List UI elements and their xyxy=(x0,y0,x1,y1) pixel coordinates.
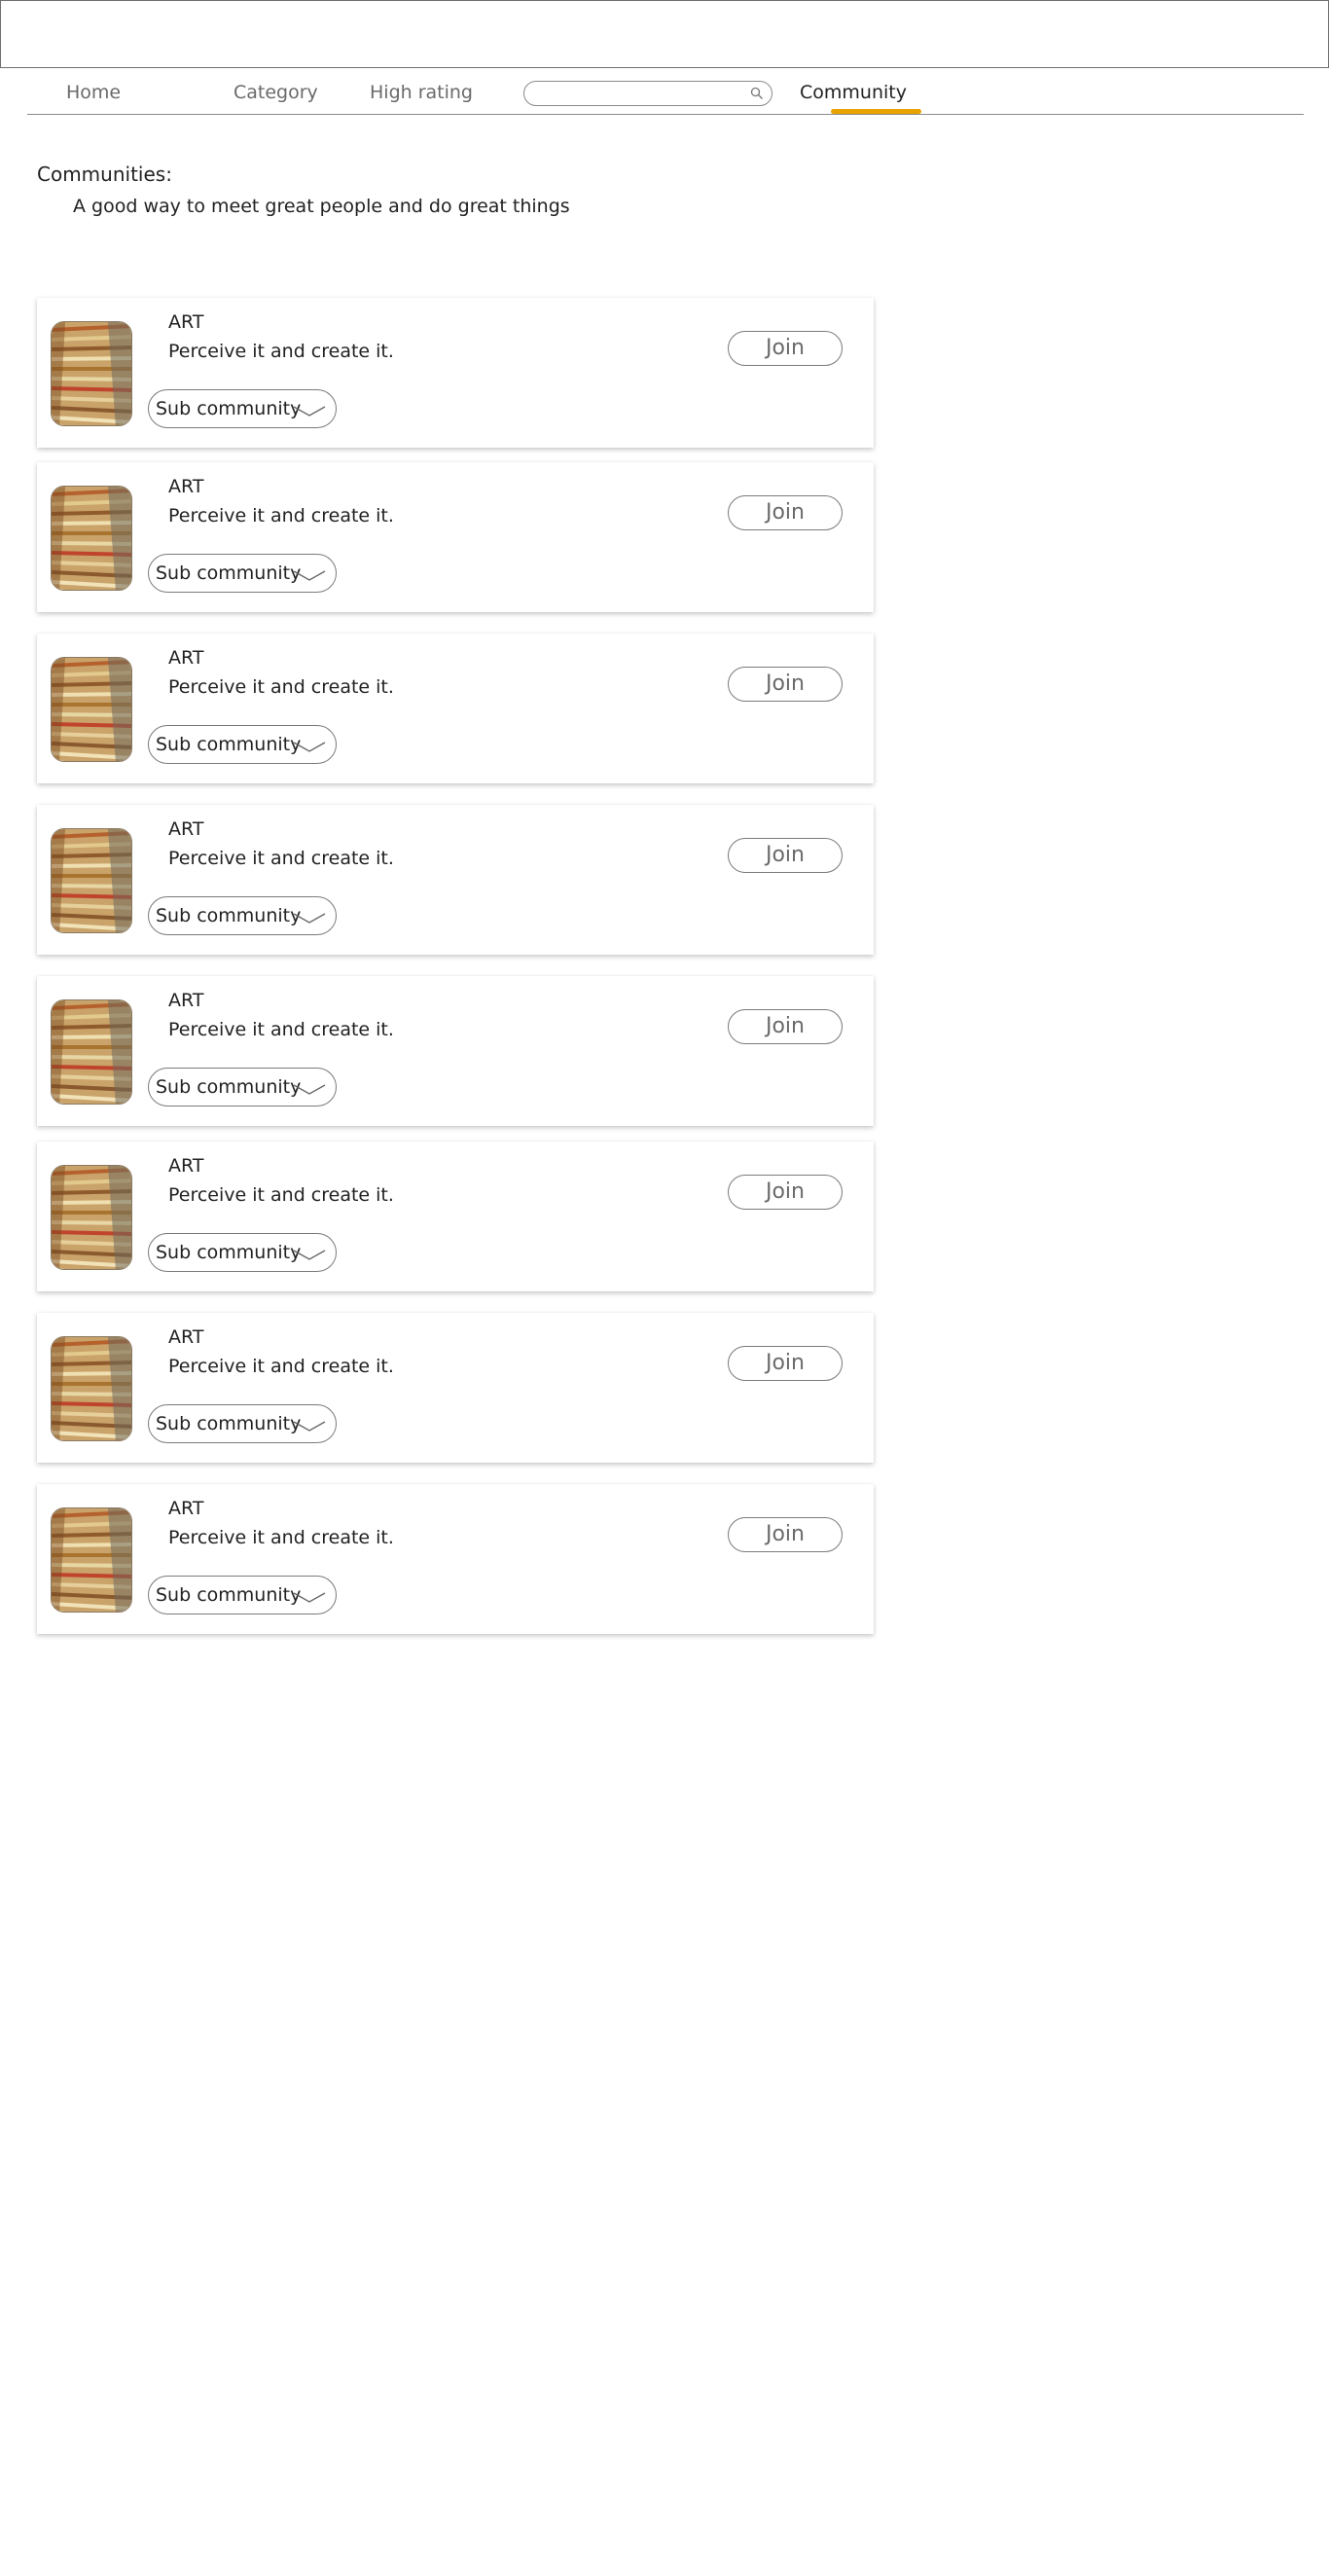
community-title: ART xyxy=(168,476,204,497)
sub-community-dropdown[interactable]: Sub community xyxy=(148,1233,337,1272)
search-input[interactable] xyxy=(534,84,738,103)
sub-community-label: Sub community xyxy=(156,1242,302,1263)
nav-item-category[interactable]: Category xyxy=(233,82,318,103)
sub-community-dropdown[interactable]: Sub community xyxy=(148,896,337,935)
community-card: ART Perceive it and create it. Sub commu… xyxy=(37,976,874,1126)
community-avatar xyxy=(51,1507,132,1613)
sub-community-dropdown[interactable]: Sub community xyxy=(148,554,337,593)
chevron-down-icon xyxy=(293,913,326,924)
community-avatar xyxy=(51,1336,132,1441)
top-banner xyxy=(0,0,1329,68)
community-card: ART Perceive it and create it. Sub commu… xyxy=(37,1142,874,1291)
sub-community-dropdown[interactable]: Sub community xyxy=(148,1404,337,1443)
community-card: ART Perceive it and create it. Sub commu… xyxy=(37,1313,874,1463)
sub-community-label: Sub community xyxy=(156,905,302,926)
community-tagline: Perceive it and create it. xyxy=(168,341,394,362)
search-icon[interactable] xyxy=(749,86,765,101)
chevron-down-icon xyxy=(293,742,326,752)
community-tagline: Perceive it and create it. xyxy=(168,1019,394,1040)
community-tagline: Perceive it and create it. xyxy=(168,1356,394,1377)
community-tagline: Perceive it and create it. xyxy=(168,505,394,526)
sub-community-label: Sub community xyxy=(156,1076,302,1098)
sub-community-dropdown[interactable]: Sub community xyxy=(148,389,337,428)
nav-item-community[interactable]: Community xyxy=(800,82,907,103)
join-button[interactable]: Join xyxy=(728,1009,843,1044)
community-card: ART Perceive it and create it. Sub commu… xyxy=(37,462,874,612)
sub-community-label: Sub community xyxy=(156,562,302,584)
community-avatar xyxy=(51,321,132,426)
chevron-down-icon xyxy=(293,570,326,581)
sub-community-label: Sub community xyxy=(156,734,302,755)
page-subtitle: A good way to meet great people and do g… xyxy=(73,196,570,217)
join-button[interactable]: Join xyxy=(728,1517,843,1552)
community-avatar xyxy=(51,657,132,762)
sub-community-label: Sub community xyxy=(156,1584,302,1606)
community-avatar xyxy=(51,486,132,591)
community-card: ART Perceive it and create it. Sub commu… xyxy=(37,1484,874,1634)
chevron-down-icon xyxy=(293,1592,326,1603)
sub-community-label: Sub community xyxy=(156,398,302,419)
join-button[interactable]: Join xyxy=(728,331,843,366)
community-card: ART Perceive it and create it. Sub commu… xyxy=(37,298,874,448)
sub-community-dropdown[interactable]: Sub community xyxy=(148,725,337,764)
nav-item-high-rating[interactable]: High rating xyxy=(370,82,473,103)
community-tagline: Perceive it and create it. xyxy=(168,676,394,698)
community-tagline: Perceive it and create it. xyxy=(168,1184,394,1206)
page-title: Communities: xyxy=(37,163,172,186)
community-card: ART Perceive it and create it. Sub commu… xyxy=(37,634,874,783)
community-title: ART xyxy=(168,1326,204,1348)
community-tagline: Perceive it and create it. xyxy=(168,848,394,869)
chevron-down-icon xyxy=(293,1084,326,1095)
community-avatar xyxy=(51,999,132,1105)
chevron-down-icon xyxy=(293,1250,326,1260)
join-button[interactable]: Join xyxy=(728,1175,843,1210)
community-title: ART xyxy=(168,1155,204,1177)
community-card: ART Perceive it and create it. Sub commu… xyxy=(37,805,874,955)
community-tagline: Perceive it and create it. xyxy=(168,1527,394,1548)
community-title: ART xyxy=(168,1498,204,1519)
sub-community-label: Sub community xyxy=(156,1413,302,1434)
community-title: ART xyxy=(168,818,204,840)
join-button[interactable]: Join xyxy=(728,838,843,873)
nav-item-home[interactable]: Home xyxy=(66,82,121,103)
active-tab-indicator xyxy=(831,109,921,114)
sub-community-dropdown[interactable]: Sub community xyxy=(148,1068,337,1107)
chevron-down-icon xyxy=(293,406,326,417)
join-button[interactable]: Join xyxy=(728,1346,843,1381)
join-button[interactable]: Join xyxy=(728,495,843,530)
chevron-down-icon xyxy=(293,1421,326,1432)
community-title: ART xyxy=(168,311,204,333)
search-box xyxy=(523,81,772,106)
main-nav: Home Category High rating Community xyxy=(27,72,1304,115)
community-title: ART xyxy=(168,647,204,669)
join-button[interactable]: Join xyxy=(728,667,843,702)
community-avatar xyxy=(51,828,132,933)
community-avatar xyxy=(51,1165,132,1270)
community-title: ART xyxy=(168,990,204,1011)
sub-community-dropdown[interactable]: Sub community xyxy=(148,1576,337,1615)
